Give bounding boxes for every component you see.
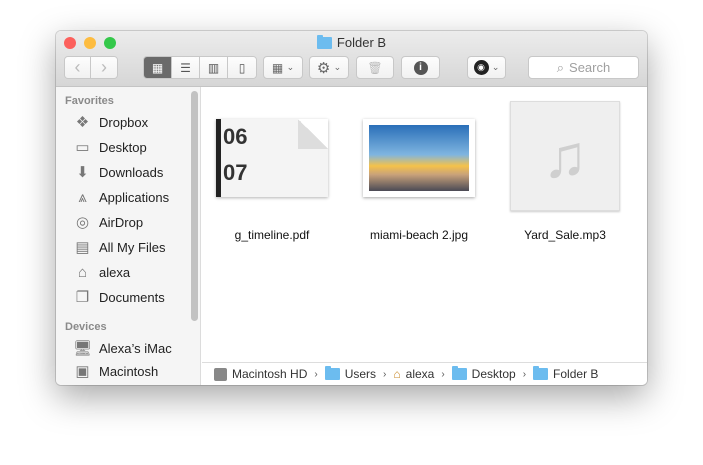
- column-view-button[interactable]: ▥: [200, 57, 228, 78]
- path-item[interactable]: Macintosh HD: [232, 367, 307, 381]
- chevron-down-icon: ⌄: [491, 62, 500, 72]
- finder-window: Folder B ‹ › ▦ ☰ ▥ ▯ ▦ ⌄ ⚙ ⌄ 🗑 i ◉ ⌄ ⌕ Se…: [56, 31, 647, 385]
- disk-icon: ▣: [75, 363, 90, 380]
- chevron-down-icon: ⌄: [333, 62, 342, 72]
- downloads-icon: ⬇: [76, 164, 89, 181]
- info-button[interactable]: i: [401, 56, 440, 79]
- chevron-right-icon: ›: [383, 368, 387, 380]
- folder-icon: [316, 34, 332, 49]
- file-area: 06 07 g_timeline.pdf miami-beach 2.jpg ♫…: [202, 87, 647, 362]
- sidebar-item-macintosh[interactable]: ▣ Macintosh: [73, 361, 158, 381]
- window-title: Folder B: [56, 34, 647, 50]
- icon-view-button[interactable]: ▦: [144, 57, 172, 78]
- search-icon: ⌕: [556, 59, 565, 75]
- file-name[interactable]: g_timeline.pdf: [212, 228, 332, 242]
- list-view-button[interactable]: ☰: [172, 57, 200, 78]
- sidebar-item-airdrop[interactable]: ◎ AirDrop: [73, 212, 143, 232]
- title-bar: Folder B ‹ › ▦ ☰ ▥ ▯ ▦ ⌄ ⚙ ⌄ 🗑 i ◉ ⌄ ⌕ Se…: [56, 31, 647, 87]
- file-name[interactable]: miami-beach 2.jpg: [359, 228, 479, 242]
- devices-heading: Devices: [65, 321, 107, 333]
- chevron-right-icon: ›: [522, 368, 527, 380]
- back-button[interactable]: ‹: [65, 57, 91, 78]
- sidebar-item-label: Documents: [99, 289, 165, 305]
- sidebar-item-label: AirDrop: [99, 214, 144, 230]
- sidebar-item-label: Macintosh: [99, 363, 159, 379]
- sidebar-item-applications[interactable]: ⩓ Applications: [73, 187, 169, 207]
- forward-button[interactable]: ›: [91, 57, 117, 78]
- sidebar-item-all-my-files[interactable]: ▤ All My Files: [73, 237, 165, 257]
- sidebar-item-label: Desktop: [99, 139, 147, 155]
- path-item[interactable]: Users: [345, 367, 376, 381]
- coverflow-view-button[interactable]: ▯: [228, 57, 256, 78]
- file-name[interactable]: Yard_Sale.mp3: [505, 228, 625, 242]
- file-item[interactable]: 06 07: [212, 101, 332, 197]
- path-item[interactable]: Desktop: [472, 367, 516, 381]
- folder-icon: [533, 366, 549, 380]
- sidebar-item-dropbox[interactable]: ❖ Dropbox: [73, 112, 148, 132]
- search-placeholder: Search: [569, 60, 611, 75]
- dropbox-icon: ❖: [75, 114, 90, 131]
- sidebar-item-imac[interactable]: 🖥 Alexa’s iMac: [73, 338, 172, 358]
- view-mode-selector: ▦ ☰ ▥ ▯: [143, 56, 257, 79]
- applications-icon: ⩓: [78, 188, 87, 206]
- info-icon: i: [413, 60, 428, 75]
- hard-disk-icon: [214, 367, 227, 381]
- grid-icon: ▦: [271, 60, 284, 75]
- sidebar-item-label: All My Files: [99, 239, 166, 255]
- sidebar: Favorites ❖ Dropbox ▭ Desktop ⬇ Downloads ⩓…: [56, 87, 201, 385]
- file-item[interactable]: ♫: [505, 101, 625, 211]
- chevron-right-icon: ›: [314, 368, 318, 380]
- imac-icon: 🖥: [72, 340, 93, 357]
- sidebar-item-label: Dropbox: [99, 114, 149, 130]
- sidebar-scrollbar[interactable]: [191, 91, 198, 321]
- desktop-folder-icon: [451, 366, 467, 380]
- nav-buttons: ‹ ›: [64, 56, 118, 79]
- search-field[interactable]: ⌕ Search: [528, 56, 639, 79]
- home-icon: ⌂: [77, 263, 88, 281]
- sidebar-item-downloads[interactable]: ⬇ Downloads: [73, 162, 163, 182]
- sidebar-item-label: Downloads: [99, 164, 164, 180]
- chevron-right-icon: ›: [441, 368, 445, 380]
- music-file-icon: ♫: [510, 101, 620, 211]
- gear-icon: ⚙: [316, 59, 331, 77]
- chevron-down-icon: ⌄: [286, 62, 295, 72]
- pdf-thumbnail: 06 07: [216, 119, 328, 197]
- file-item[interactable]: [359, 101, 479, 197]
- eye-icon: ◉: [473, 60, 489, 75]
- sidebar-item-label: alexa: [99, 264, 131, 280]
- trash-button[interactable]: 🗑: [356, 56, 394, 79]
- airdrop-icon: ◎: [75, 214, 90, 231]
- home-icon: ⌂: [393, 367, 401, 381]
- arrange-button[interactable]: ▦ ⌄: [263, 56, 303, 79]
- documents-icon: ❐: [75, 289, 90, 306]
- favorites-heading: Favorites: [65, 95, 114, 107]
- path-item[interactable]: Folder B: [553, 367, 598, 381]
- sidebar-item-label: Alexa’s iMac: [99, 340, 172, 356]
- sidebar-item-alexa[interactable]: ⌂ alexa: [73, 262, 130, 282]
- sidebar-item-desktop[interactable]: ▭ Desktop: [73, 137, 147, 157]
- path-item[interactable]: alexa: [406, 367, 435, 381]
- image-thumbnail: [363, 119, 475, 197]
- path-bar: Macintosh HD › Users › ⌂ alexa › Desktop › Fo…: [202, 362, 647, 385]
- desktop-icon: ▭: [75, 139, 90, 156]
- action-button[interactable]: ⚙ ⌄: [309, 56, 349, 79]
- trash-icon: 🗑: [367, 60, 383, 75]
- thumb-text: 07: [223, 160, 248, 185]
- users-folder-icon: [324, 366, 340, 380]
- sidebar-item-label: Applications: [99, 189, 170, 205]
- quicklook-button[interactable]: ◉ ⌄: [467, 56, 506, 79]
- window-title-text: Folder B: [336, 35, 387, 50]
- sidebar-item-documents[interactable]: ❐ Documents: [73, 287, 165, 307]
- all-files-icon: ▤: [75, 239, 90, 256]
